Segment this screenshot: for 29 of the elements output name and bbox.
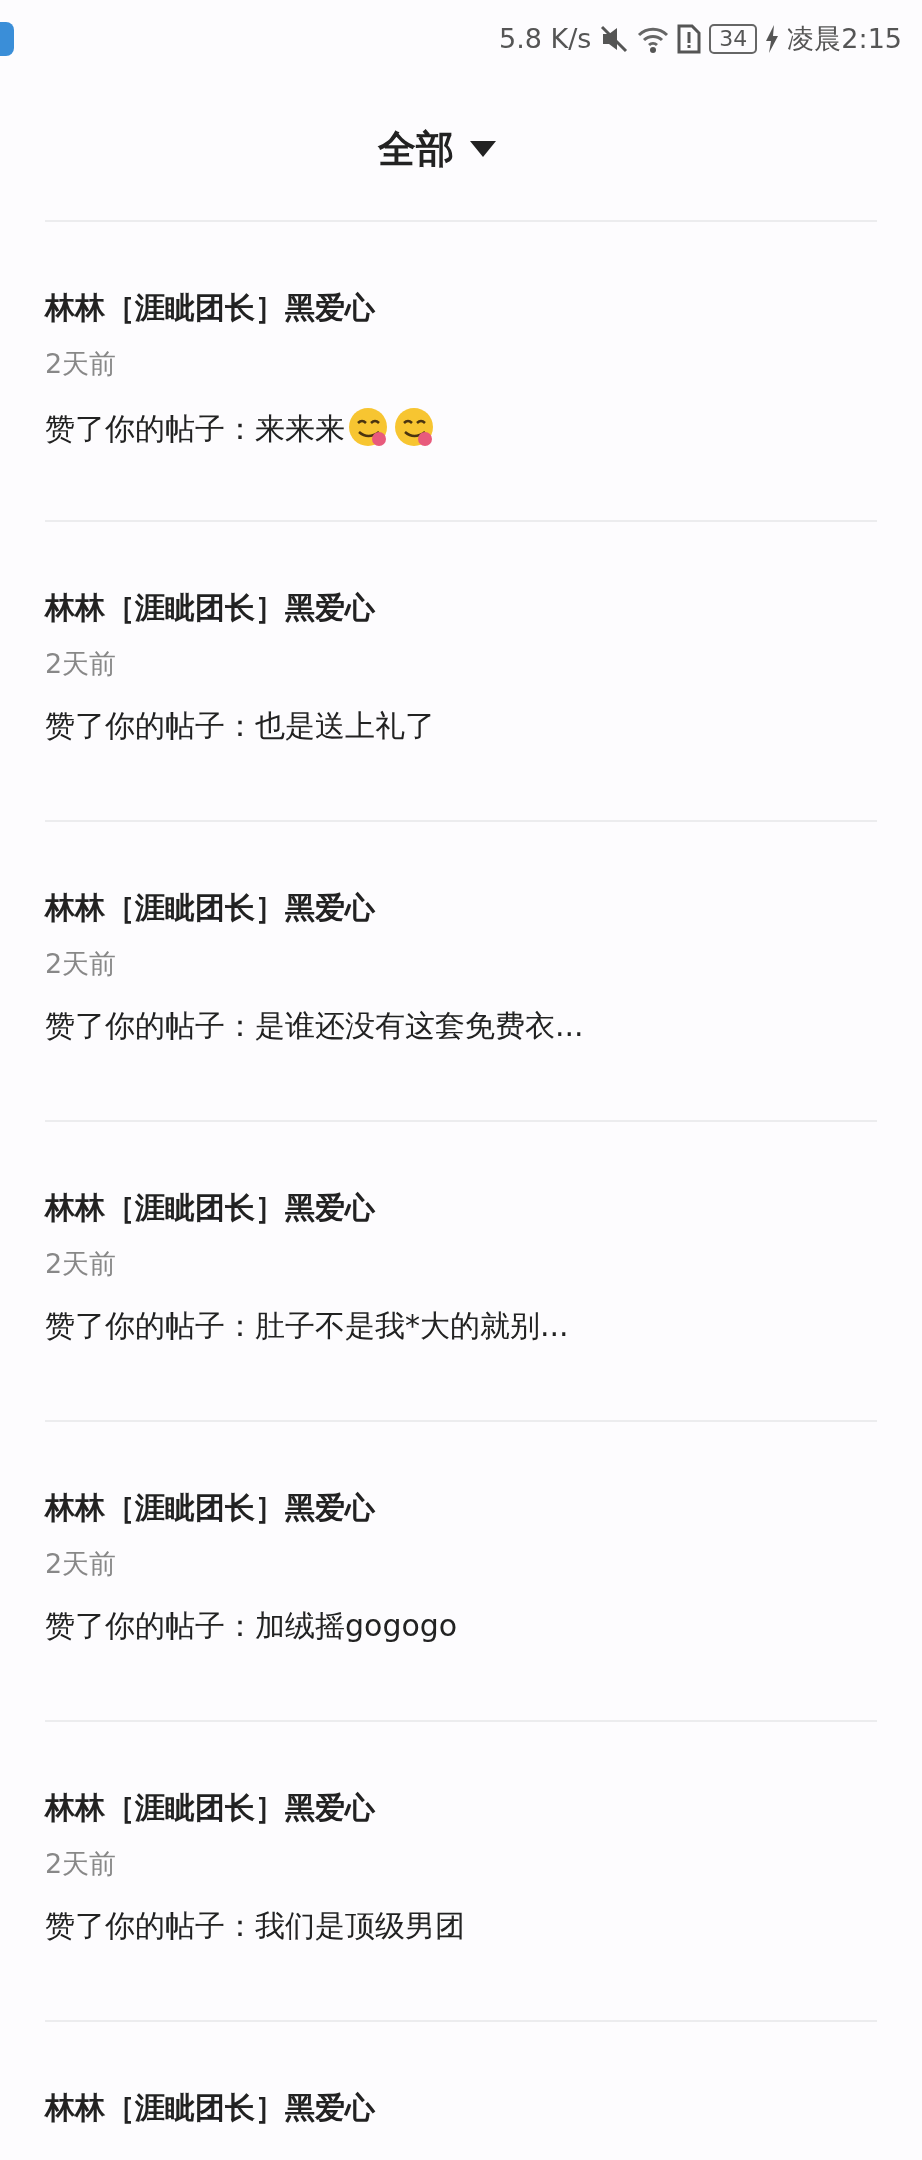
sender-name: 林林［涯眦团长］黑爱心: [45, 890, 376, 926]
wifi-icon: [637, 25, 670, 53]
notification-text: 赞了你的帖子：肚子不是我*大的就别...: [45, 1307, 569, 1346]
sender-name: 林林［涯眦团长］黑爱心: [45, 1790, 376, 1826]
filter-dropdown[interactable]: 全部: [378, 120, 454, 178]
battery-level: 34: [709, 23, 758, 55]
timestamp: 2天前: [45, 348, 118, 381]
notification-text: 赞了你的帖子：加绒摇gogogo: [45, 1607, 458, 1646]
timestamp: 2天前: [45, 1548, 118, 1581]
sender-name: 林林［涯眦团长］黑爱心: [45, 290, 376, 326]
notification-text: 赞了你的帖子：来来来: [45, 409, 345, 448]
sender-name: 林林［涯眦团长］黑爱心: [45, 1490, 376, 1526]
timestamp: 2天前: [45, 648, 118, 681]
notification-text: 赞了你的帖子：我们是顶级男团: [45, 1907, 465, 1946]
sender-name: 林林［涯眦团长］黑爱心: [45, 2090, 376, 2126]
clock: 凌晨2:15: [787, 21, 902, 56]
notification-text: 赞了你的帖子：是谁还没有这套免费衣...: [45, 1007, 584, 1046]
charging-icon: [765, 25, 780, 53]
network-speed: 5.8 K/s: [498, 21, 592, 56]
sender-name: 林林［涯眦团长］黑爱心: [45, 1190, 376, 1226]
notification-text: 赞了你的帖子：也是送上礼了: [45, 707, 435, 746]
timestamp: 2天前: [45, 1248, 118, 1281]
timestamp: 2天前: [45, 1848, 118, 1881]
sim-alert-icon: [677, 24, 702, 54]
mute-icon: [599, 24, 630, 54]
sender-name: 林林［涯眦团长］黑爱心: [45, 590, 376, 626]
timestamp: 2天前: [45, 948, 118, 981]
caret-icon[interactable]: [470, 141, 496, 157]
app-icon: [0, 22, 14, 56]
